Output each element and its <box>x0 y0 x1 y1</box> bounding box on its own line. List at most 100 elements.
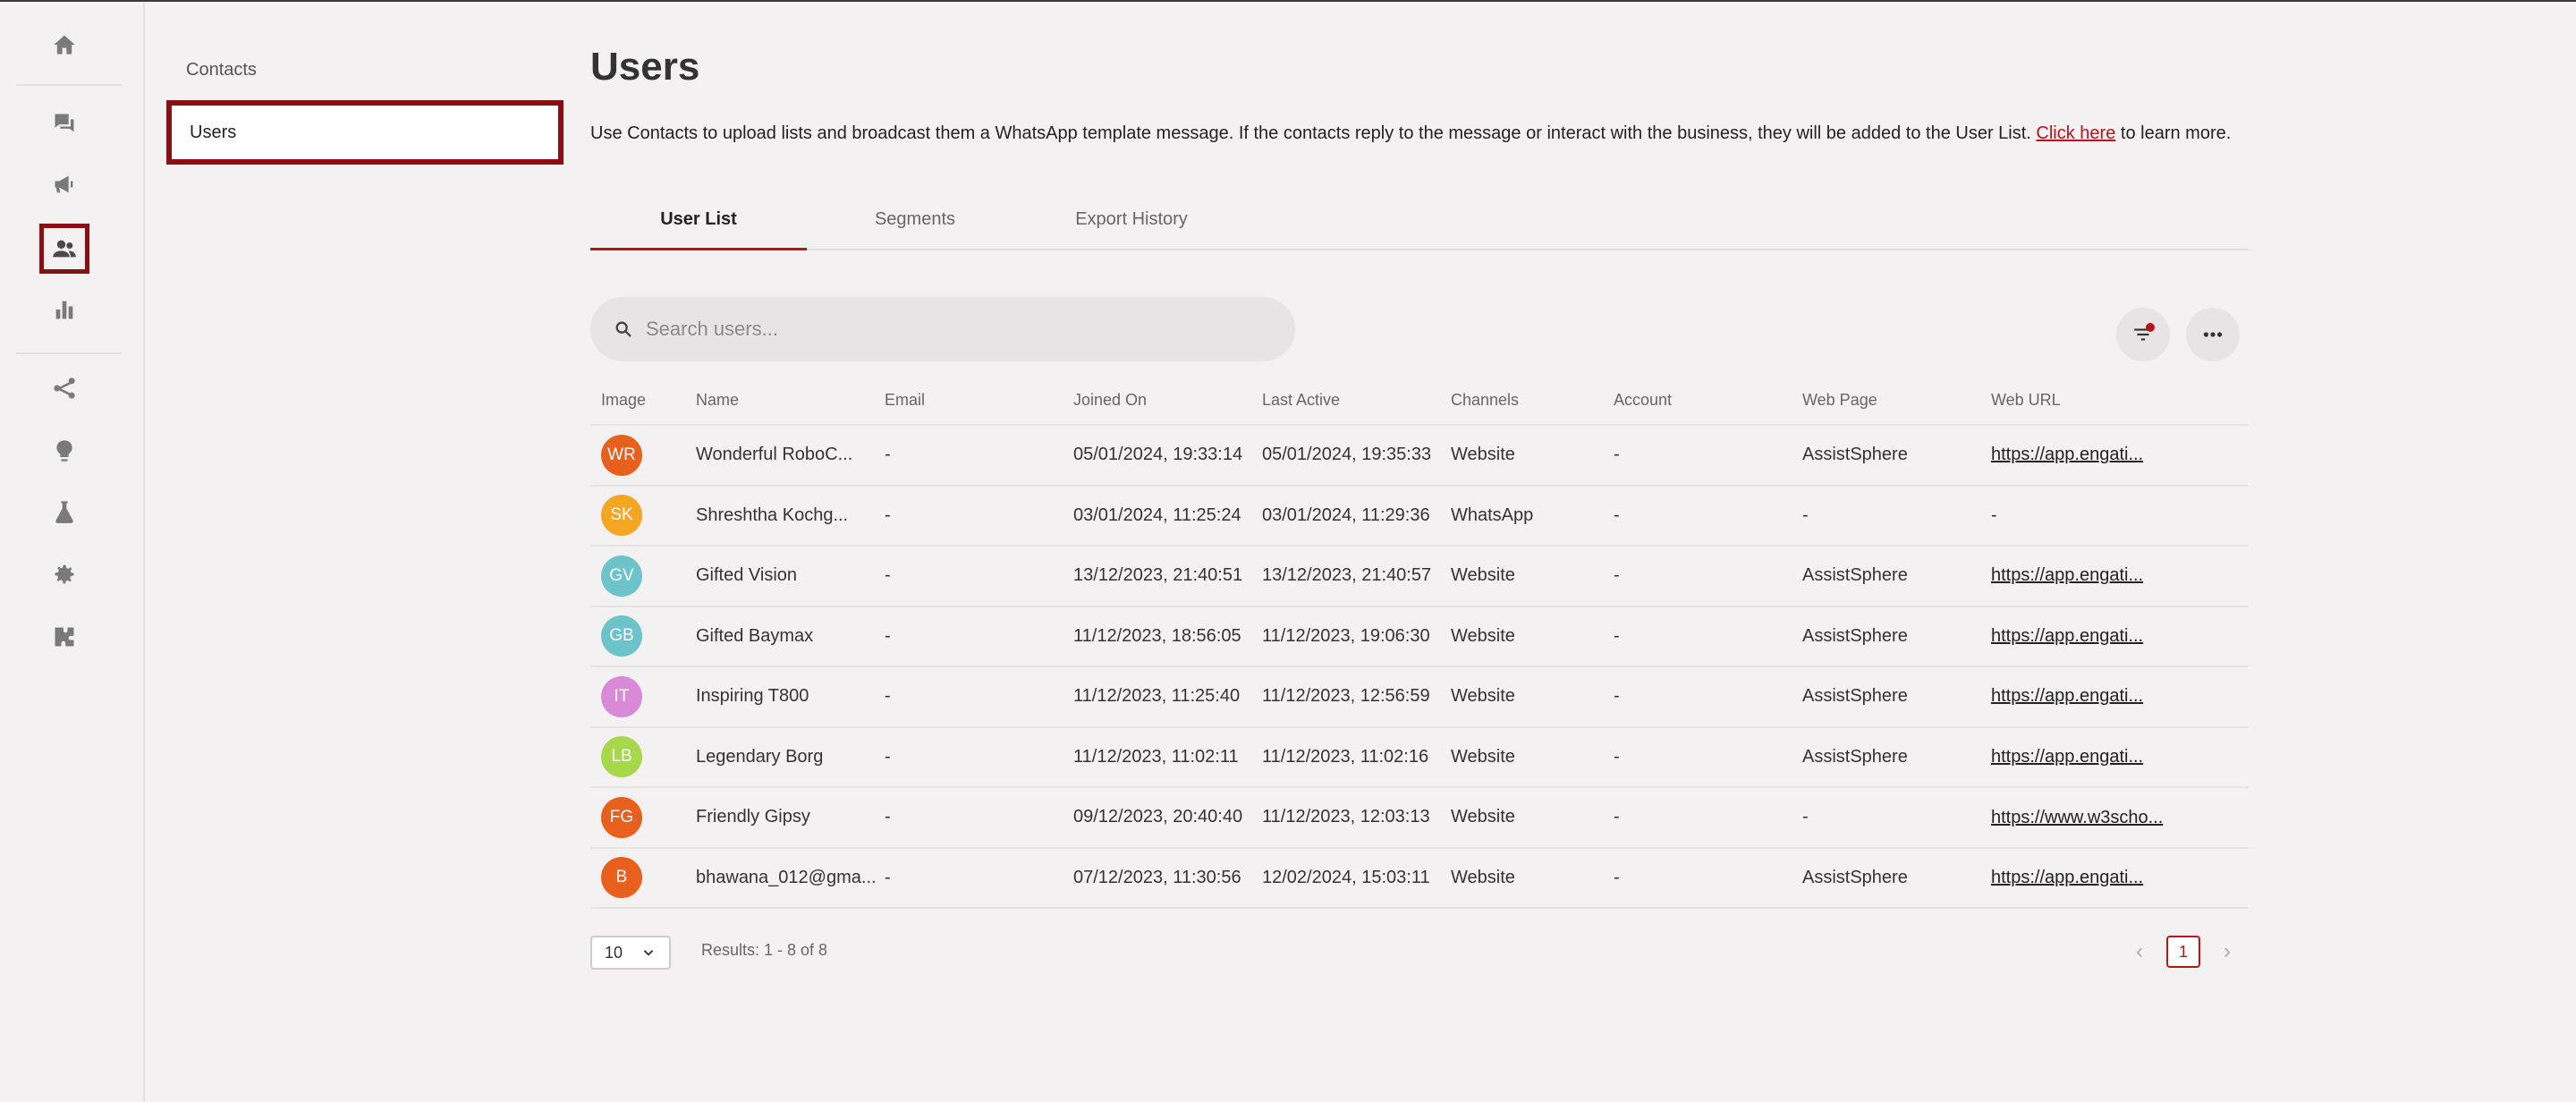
web-url-link[interactable]: https://app.engati... <box>1991 445 2143 464</box>
user-name[interactable]: Wonderful RoboC... <box>696 445 885 465</box>
last-active: 12/02/2024, 15:03:11 <box>1262 867 1430 887</box>
joined-on: 05/01/2024, 19:33:14 <box>1073 445 1243 465</box>
user-name[interactable]: Inspiring T800 <box>696 686 885 707</box>
avatar-cell: GV <box>590 555 696 597</box>
last-active: 05/01/2024, 19:35:33 <box>1262 445 1432 465</box>
users-icon[interactable] <box>39 224 89 274</box>
avatar: IT <box>601 675 642 717</box>
tab-export-history[interactable]: Export History <box>1023 200 1240 249</box>
table-row[interactable]: IT Inspiring T800-11/12/2023, 11:25:40 11/… <box>590 667 2249 728</box>
avatar: WR <box>601 434 642 476</box>
subnav-item-users[interactable]: Users <box>166 100 564 165</box>
web-page: AssistSphere <box>1802 686 1908 707</box>
user-name[interactable]: Shreshtha Kochg... <box>696 505 885 526</box>
table-row[interactable]: WR Wonderful RoboC... -05/01/2024, 19:33:1… <box>590 426 2249 487</box>
web-url-link[interactable]: https://app.engati... <box>1991 747 2143 767</box>
table-row[interactable]: SK Shreshtha Kochg... -03/01/2024, 11:25:2… <box>590 487 2249 547</box>
account: - <box>1614 565 1620 586</box>
web-page: AssistSphere <box>1802 565 1908 586</box>
account: - <box>1614 867 1620 887</box>
last-active: 11/12/2023, 12:03:13 <box>1262 807 1430 827</box>
avatar-cell: LB <box>590 736 696 778</box>
user-name[interactable]: bhawana_012@gma... <box>696 868 885 888</box>
account: - <box>1614 686 1620 707</box>
previous-page-icon[interactable]: ‹ <box>2129 939 2150 964</box>
last-active: 11/12/2023, 11:02:16 <box>1262 746 1429 767</box>
channel: Website <box>1451 686 1515 707</box>
learn-more-link[interactable]: Click here <box>2036 123 2115 143</box>
home-icon[interactable] <box>39 20 89 70</box>
channel: Website <box>1451 565 1515 586</box>
user-name[interactable]: Gifted Vision <box>696 565 885 586</box>
subnav-item-label: Contacts <box>186 59 257 80</box>
channel: WhatsApp <box>1451 504 1534 525</box>
user-table: Image Name Email Joined On Last Active C… <box>590 376 2249 909</box>
gear-icon[interactable] <box>39 549 89 599</box>
web-url-link[interactable]: https://app.engati... <box>1991 626 2143 646</box>
channel: Website <box>1451 445 1515 465</box>
joined-on: 09/12/2023, 20:40:40 <box>1073 807 1243 827</box>
flow-icon[interactable] <box>39 363 89 413</box>
channel: Website <box>1451 746 1515 767</box>
page-description: Use Contacts to upload lists and broadca… <box>590 120 2249 148</box>
user-email: - <box>885 807 891 827</box>
user-name[interactable]: Legendary Borg <box>696 747 885 767</box>
page-size-select[interactable]: 10 <box>590 936 671 970</box>
web-url-cell: https://www.w3scho... <box>1991 806 2179 829</box>
table-body: WR Wonderful RoboC... - 05/01/2024, 19:33:1… <box>590 426 2249 909</box>
tab-user-list[interactable]: User List <box>590 200 807 250</box>
results-count: Results: 1 - 8 of 8 <box>701 941 828 959</box>
tab-bar: User List Segments Export History <box>590 200 2249 250</box>
search-input[interactable] <box>646 318 1272 341</box>
next-page-icon[interactable]: › <box>2216 939 2238 964</box>
more-options-button[interactable] <box>2186 308 2240 361</box>
megaphone-icon[interactable] <box>39 159 89 209</box>
user-name[interactable]: Gifted Baymax <box>696 626 885 647</box>
tab-segments[interactable]: Segments <box>807 200 1023 249</box>
table-row[interactable]: GV Gifted Vision -13/12/2023, 21:40:51 13/1… <box>590 547 2249 607</box>
column-header-last-active: Last Active <box>1262 390 1341 409</box>
account: - <box>1614 625 1620 646</box>
search-icon <box>615 321 631 337</box>
user-email: - <box>885 686 891 707</box>
joined-on: 11/12/2023, 11:02:11 <box>1073 746 1239 767</box>
web-page: AssistSphere <box>1802 746 1908 767</box>
filter-button[interactable] <box>2116 308 2170 361</box>
table-row[interactable]: Bbhawana_012@gma... -07/12/2023, 11:30:56… <box>590 849 2249 909</box>
bulb-icon[interactable] <box>39 426 89 476</box>
channel: Website <box>1451 625 1515 646</box>
rail-divider <box>16 352 122 354</box>
column-header-channels: Channels <box>1451 390 1520 409</box>
page-number-button[interactable]: 1 <box>2166 936 2200 968</box>
column-header-email: Email <box>885 390 926 409</box>
avatar-cell: FG <box>590 796 696 838</box>
web-page: AssistSphere <box>1802 867 1908 887</box>
last-active: 11/12/2023, 12:56:59 <box>1262 686 1430 707</box>
avatar-cell: B <box>590 857 696 899</box>
pagination: ‹ 1 › <box>2129 936 2238 968</box>
web-url-link[interactable]: https://www.w3scho... <box>1991 808 2163 827</box>
puzzle-icon[interactable] <box>39 612 89 662</box>
bar-chart-icon[interactable] <box>39 284 89 335</box>
web-url-link[interactable]: https://app.engati... <box>1991 565 2143 585</box>
table-row[interactable]: GB Gifted Baymax -11/12/2023, 18:56:05 11/1… <box>590 607 2249 667</box>
user-name[interactable]: Friendly Gipsy <box>696 807 885 827</box>
web-url-link[interactable]: https://app.engati... <box>1991 868 2143 887</box>
chat-icon[interactable] <box>39 98 89 148</box>
web-url-link[interactable]: https://app.engati... <box>1991 686 2143 706</box>
web-page: - <box>1802 807 1809 827</box>
joined-on: 11/12/2023, 18:56:05 <box>1073 625 1241 646</box>
web-url-cell: https://app.engati... <box>1991 626 2179 647</box>
user-email: - <box>885 625 891 646</box>
web-page: AssistSphere <box>1802 445 1908 465</box>
table-row[interactable]: FG Friendly Gipsy -09/12/2023, 20:40:40 11/… <box>590 788 2249 849</box>
subnav-item-contacts[interactable]: Contacts <box>166 50 564 89</box>
flask-icon[interactable] <box>39 487 89 537</box>
search-bar <box>590 297 1295 361</box>
web-url-cell: https://app.engati... <box>1991 868 2179 888</box>
user-email: - <box>885 504 891 525</box>
avatar: FG <box>601 796 642 838</box>
table-row[interactable]: LB Legendary Borg -11/12/2023, 11:02:11 11/… <box>590 728 2249 788</box>
page-title: Users <box>590 45 700 89</box>
column-header-name: Name <box>696 390 740 409</box>
